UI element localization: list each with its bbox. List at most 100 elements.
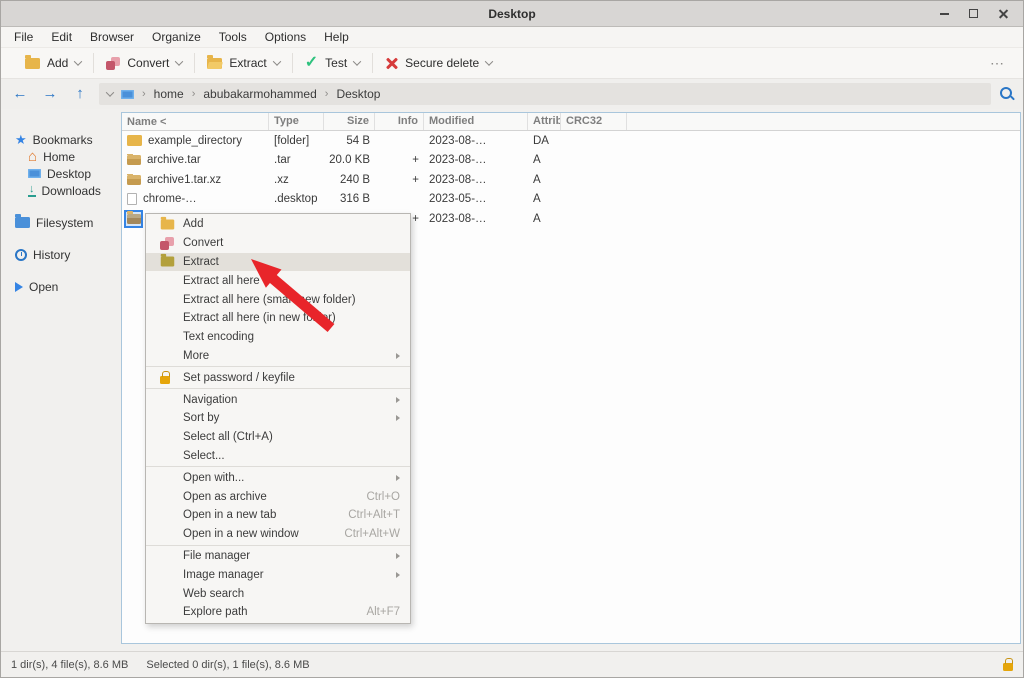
menu-organize[interactable]: Organize [143,28,210,46]
forward-button[interactable]: → [39,83,61,105]
column-header-type[interactable]: Type [269,113,324,130]
file-type: .desktop [269,193,324,205]
menu-item-image-manager[interactable]: Image manager [146,565,410,584]
breadcrumb-separator: › [142,88,146,100]
close-icon[interactable] [998,8,1009,19]
file-modified: 2023-08-… [424,213,528,225]
menu-item-label: File manager [183,550,250,562]
lock-icon[interactable] [1003,663,1013,671]
convert-icon [106,57,120,70]
maximize-icon[interactable] [969,9,978,18]
extract-dropdown-icon[interactable] [272,57,280,65]
menu-tools[interactable]: Tools [210,28,256,46]
lock-icon [160,372,176,384]
menu-item-open-as-archive[interactable]: Open as archive Ctrl+O [146,487,410,506]
menu-item-add[interactable]: Add [146,215,410,234]
sidebar-item-downloads[interactable]: ↓ Downloads [28,182,121,199]
sidebar-item-bookmarks[interactable]: ★ Bookmarks [15,131,121,148]
file-type: .xz [269,174,324,186]
column-header-modified[interactable]: Modified [424,113,528,130]
test-button[interactable]: ✓ Test [293,56,372,70]
menu-shortcut: Ctrl+O [366,491,400,503]
menu-item-open-new-tab[interactable]: Open in a new tab Ctrl+Alt+T [146,506,410,525]
back-button[interactable]: ← [9,83,31,105]
menu-edit[interactable]: Edit [42,28,81,46]
column-header-name[interactable]: Name < [122,113,269,130]
context-menu: Add Convert Extract Extract all here Ext… [145,213,411,624]
file-info: + [375,154,424,166]
minimize-icon[interactable] [940,13,949,15]
search-icon[interactable] [999,86,1015,102]
menu-item-open-with[interactable]: Open with... [146,468,410,487]
menu-item-file-manager[interactable]: File manager [146,547,410,566]
menu-item-web-search[interactable]: Web search [146,584,410,603]
folder-icon [127,135,142,146]
menu-item-label: Open in a new tab [183,509,276,521]
breadcrumb-desktop[interactable]: Desktop [336,87,380,101]
breadcrumb[interactable]: › home › abubakarmohammed › Desktop [99,83,991,105]
menu-item-explore-path[interactable]: Explore path Alt+F7 [146,603,410,622]
table-row[interactable]: archive.tar .tar 20.0 KB + 2023-08-… A [122,151,1020,171]
submenu-arrow-icon [396,415,400,421]
breadcrumb-user[interactable]: abubakarmohammed [203,87,316,101]
sidebar-item-filesystem[interactable]: Filesystem [15,214,121,231]
up-button[interactable]: ↑ [69,83,91,105]
table-row[interactable]: archive1.tar.xz .xz 240 B + 2023-08-… A [122,170,1020,190]
menu-help[interactable]: Help [315,28,358,46]
test-dropdown-icon[interactable] [353,57,361,65]
add-dropdown-icon[interactable] [74,57,82,65]
menu-item-select[interactable]: Select... [146,447,410,466]
convert-button[interactable]: Convert [94,56,194,70]
menu-item-label: Select all (Ctrl+A) [183,431,273,443]
sidebar-label: Home [43,150,75,164]
column-header-info[interactable]: Info [375,113,424,130]
menu-options[interactable]: Options [256,28,315,46]
menu-item-text-encoding[interactable]: Text encoding [146,328,410,347]
menu-separator [146,388,410,389]
sidebar-item-history[interactable]: History [15,246,121,263]
computer-icon[interactable] [121,90,134,99]
menu-browser[interactable]: Browser [81,28,143,46]
menu-item-navigation[interactable]: Navigation [146,390,410,409]
extract-label: Extract [229,56,266,70]
sidebar-item-desktop[interactable]: Desktop [28,165,121,182]
menu-item-extract-smart-folder[interactable]: Extract all here (smart new folder) [146,290,410,309]
menu-item-select-all[interactable]: Select all (Ctrl+A) [146,428,410,447]
menu-item-label: Image manager [183,569,264,581]
column-header-attributes[interactable]: Attribu [528,113,561,130]
menu-file[interactable]: File [5,28,42,46]
menu-item-more[interactable]: More [146,347,410,366]
menu-separator [146,545,410,546]
extract-button[interactable]: Extract [195,56,291,70]
menu-item-label: Open as archive [183,491,267,503]
menu-shortcut: Alt+F7 [366,606,400,618]
menu-item-convert[interactable]: Convert [146,234,410,253]
secure-delete-dropdown-icon[interactable] [485,57,493,65]
menu-item-open-new-window[interactable]: Open in a new window Ctrl+Alt+W [146,525,410,544]
test-label: Test [325,56,347,70]
breadcrumb-separator: › [192,88,196,100]
sidebar-item-home[interactable]: ⌂ Home [28,148,121,165]
breadcrumb-home[interactable]: home [154,87,184,101]
menu-item-extract-all-here[interactable]: Extract all here [146,271,410,290]
menu-item-set-password[interactable]: Set password / keyfile [146,368,410,387]
secure-delete-button[interactable]: Secure delete [373,56,504,70]
menu-item-sort-by[interactable]: Sort by [146,409,410,428]
submenu-arrow-icon [396,353,400,359]
sidebar-label: Bookmarks [33,133,93,147]
column-header-crc32[interactable]: CRC32 [561,113,627,130]
sidebar-label: Open [29,280,58,294]
add-button[interactable]: Add [13,56,93,70]
sidebar-item-open[interactable]: Open [15,278,121,295]
table-row[interactable]: chrome-… .desktop 316 B 2023-05-… A [122,190,1020,210]
table-row[interactable]: example_directory [folder] 54 B 2023-08-… [122,131,1020,151]
breadcrumb-separator: › [325,88,329,100]
menu-item-extract-new-folder[interactable]: Extract all here (in new folder) [146,309,410,328]
extract-folder-icon [160,256,176,267]
column-header-size[interactable]: Size [324,113,375,130]
menu-item-extract[interactable]: Extract [146,253,410,272]
breadcrumb-dropdown-icon[interactable] [106,88,114,96]
toolbar-overflow-button[interactable]: ⋯ [990,55,1011,72]
file-attributes: A [528,154,561,166]
convert-dropdown-icon[interactable] [175,57,183,65]
